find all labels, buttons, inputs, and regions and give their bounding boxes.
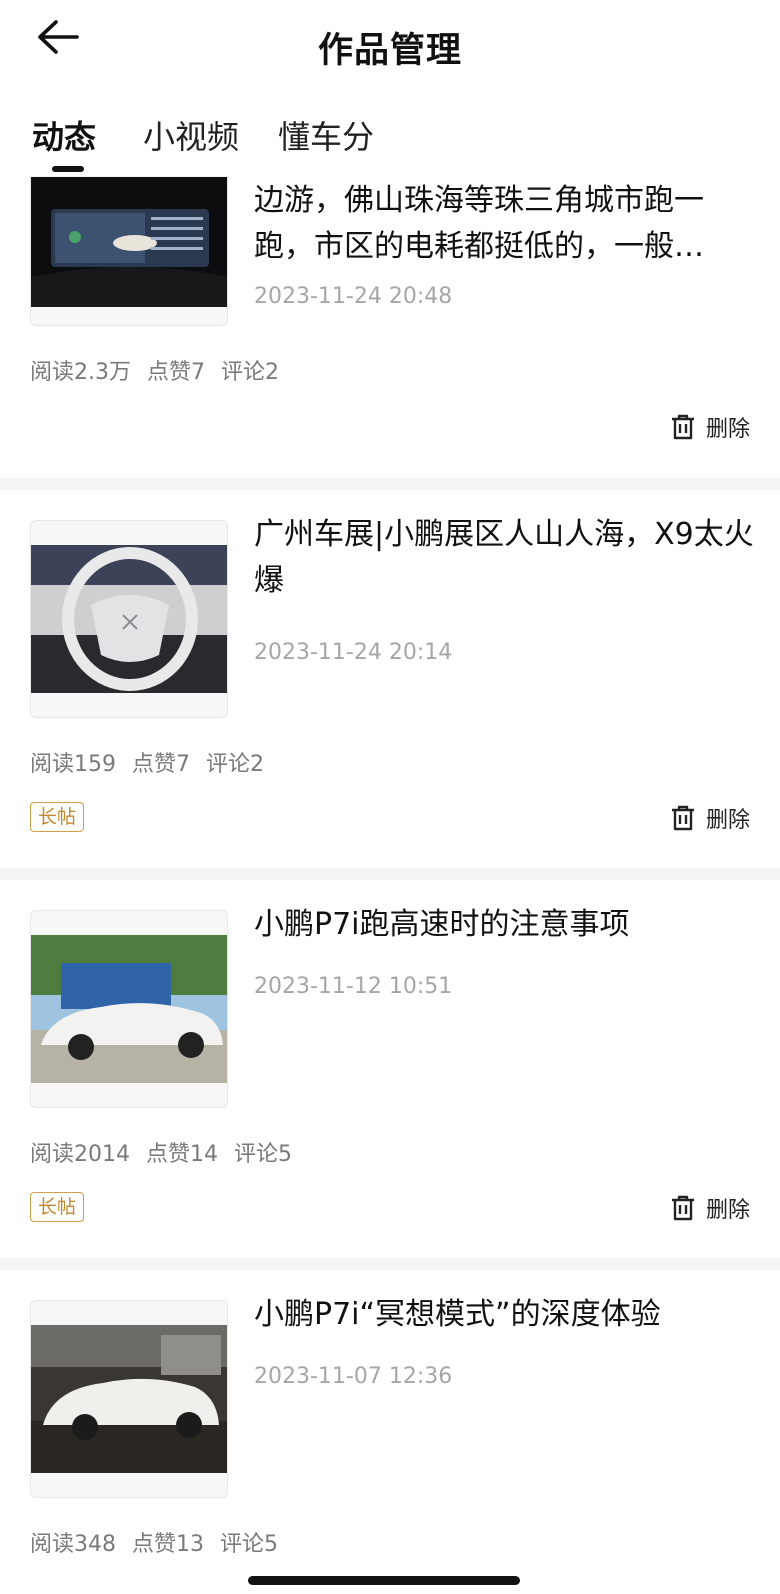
comment-count: 评论2 [221,360,279,385]
like-count: 点赞14 [146,1142,218,1167]
like-count: 点赞7 [147,360,205,385]
post-stats: 阅读2.3万 点赞7 评论2 [30,354,295,386]
tab-short-video[interactable]: 小视频 [143,112,239,158]
post-title[interactable]: 小鹏P7i“冥想模式”的深度体验 [254,1292,754,1338]
post-thumbnail[interactable] [30,520,228,718]
post-stats: 阅读159 点赞7 评论2 [30,746,280,778]
post-stats: 阅读348 点赞13 评论5 [30,1526,294,1558]
delete-label: 删除 [705,808,750,833]
tab-bar: 动态 小视频 懂车分 [0,92,780,176]
read-count: 阅读2.3万 [30,360,131,385]
post-title[interactable]: 小鹏P7i跑高速时的注意事项 [254,902,754,948]
active-tab-indicator [52,166,84,172]
post-date: 2023-11-12 10:51 [254,974,453,999]
read-count: 阅读2014 [30,1142,130,1167]
post-card[interactable]: 小鹏P7i“冥想模式”的深度体验 2023-11-07 12:36 阅读348 点… [0,1270,780,1590]
comment-count: 评论2 [206,752,264,777]
like-count: 点赞7 [132,752,190,777]
read-count: 阅读348 [30,1532,116,1557]
delete-button[interactable]: 删除 [670,802,750,834]
long-post-badge: 长帖 [30,802,85,832]
separator [0,1258,780,1270]
delete-button[interactable]: 删除 [670,1192,750,1224]
separator [0,868,780,880]
long-post-badge: 长帖 [30,1192,85,1222]
read-count: 阅读159 [30,752,116,777]
trash-icon [671,805,694,831]
post-list: 边游，佛山珠海等珠三角城市跑一跑，市区的电耗都挺低的，一般… 2023-11-2… [0,146,780,1590]
home-indicator [248,1576,520,1585]
post-title[interactable]: 边游，佛山珠海等珠三角城市跑一跑，市区的电耗都挺低的，一般… [254,178,754,270]
tab-car-score[interactable]: 懂车分 [278,112,374,158]
comment-count: 评论5 [220,1532,278,1557]
trash-icon [671,1195,694,1221]
post-card[interactable]: 广州车展|小鹏展区人山人海，X9太火爆 2023-11-24 20:14 阅读1… [0,490,780,868]
post-thumbnail[interactable] [30,910,228,1108]
post-stats: 阅读2014 点赞14 评论5 [30,1136,308,1168]
post-date: 2023-11-07 12:36 [254,1364,453,1389]
comment-count: 评论5 [234,1142,292,1167]
separator [0,478,780,490]
post-thumbnail[interactable] [30,1300,228,1498]
delete-label: 删除 [705,417,750,442]
trash-icon [671,414,694,440]
post-card[interactable]: 边游，佛山珠海等珠三角城市跑一跑，市区的电耗都挺低的，一般… 2023-11-2… [0,146,780,478]
tab-dynamic[interactable]: 动态 [32,112,96,158]
nav-bar: 作品管理 [0,0,780,92]
post-date: 2023-11-24 20:48 [254,284,453,309]
delete-button[interactable]: 删除 [670,411,750,443]
post-card[interactable]: 小鹏P7i跑高速时的注意事项 2023-11-12 10:51 阅读2014 点赞… [0,880,780,1258]
post-title[interactable]: 广州车展|小鹏展区人山人海，X9太火爆 [254,512,754,604]
page-title: 作品管理 [317,31,462,71]
post-date: 2023-11-24 20:14 [254,640,453,665]
delete-label: 删除 [705,1198,750,1223]
like-count: 点赞13 [132,1532,204,1557]
